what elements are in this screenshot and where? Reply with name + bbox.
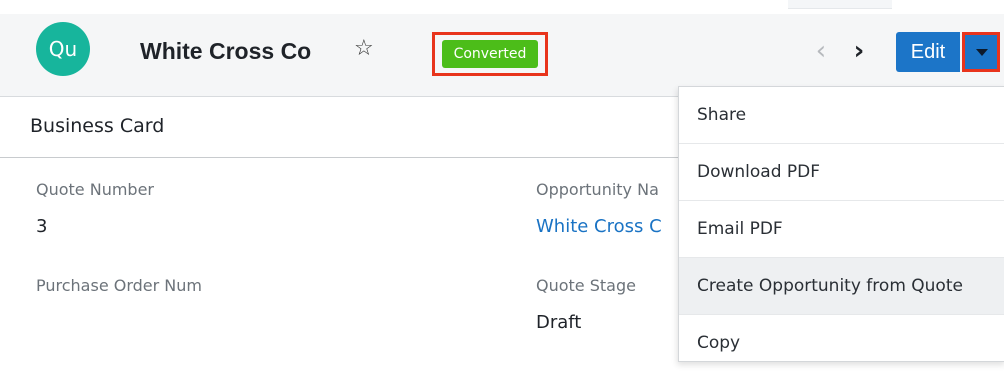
menu-item-share[interactable]: Share	[679, 87, 1004, 144]
quote-stage-label: Quote Stage	[536, 276, 636, 295]
quote-stage-value: Draft	[536, 312, 582, 333]
cropped-element	[788, 0, 892, 9]
record-title: White Cross Co	[140, 38, 312, 64]
chevron-left-icon[interactable]: ‹	[808, 36, 834, 66]
menu-item-create-opportunity[interactable]: Create Opportunity from Quote	[679, 258, 1004, 315]
quote-number-value: 3	[36, 216, 48, 237]
opportunity-label: Opportunity Na	[536, 180, 659, 199]
record-avatar: Qu	[36, 22, 90, 76]
menu-item-email-pdf[interactable]: Email PDF	[679, 201, 1004, 258]
caret-down-icon	[976, 49, 988, 56]
status-badge: Converted	[442, 40, 538, 68]
menu-item-copy[interactable]: Copy	[679, 315, 1004, 372]
chevron-right-icon[interactable]: ›	[846, 36, 872, 66]
top-cropped-strip	[0, 0, 1004, 14]
purchase-order-label: Purchase Order Num	[36, 276, 202, 295]
edit-button[interactable]: Edit	[896, 32, 960, 72]
panel-title: Business Card	[30, 115, 165, 137]
opportunity-link[interactable]: White Cross C	[536, 216, 662, 237]
record-header: Qu White Cross Co ☆ Converted ‹ › Edit	[0, 14, 1004, 97]
actions-dropdown-menu: Share Download PDF Email PDF Create Oppo…	[678, 86, 1004, 362]
quote-number-label: Quote Number	[36, 180, 154, 199]
actions-dropdown-toggle[interactable]	[962, 32, 1000, 72]
menu-item-download-pdf[interactable]: Download PDF	[679, 144, 1004, 201]
star-outline-icon[interactable]: ☆	[354, 36, 374, 61]
